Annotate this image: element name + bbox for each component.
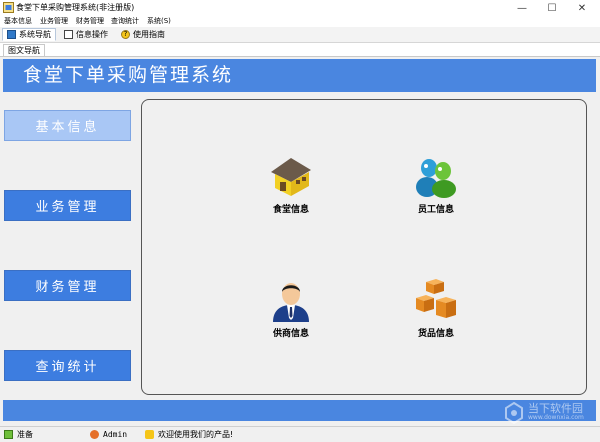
system-title: 食堂下单采购管理系统 — [23, 64, 234, 86]
title-bar: 食堂下单采购管理系统(非注册版) — ☐ ✕ — [0, 0, 600, 16]
nav-business-button[interactable]: 业务管理 — [4, 190, 131, 221]
watermark: 当下软件园 www.downxia.com — [500, 402, 594, 424]
ready-icon — [4, 430, 13, 439]
staff-people-icon — [416, 159, 456, 198]
module-canteen[interactable]: 食堂信息 — [246, 154, 336, 215]
tab-label: 使用指南 — [133, 30, 165, 39]
info-icon — [145, 430, 154, 439]
tab-label: 系统导航 — [19, 30, 51, 39]
menu-finance[interactable]: 财务管理 — [76, 16, 104, 27]
supplier-person-icon — [273, 283, 309, 322]
watermark-logo-icon — [505, 402, 523, 424]
header-banner: 食堂下单采购管理系统 — [3, 59, 596, 92]
status-user: Admin — [90, 429, 127, 440]
nav-query-button[interactable]: 查询统计 — [4, 350, 131, 381]
menu-basic-info[interactable]: 基本信息 — [4, 16, 32, 27]
window-title: 食堂下单采购管理系统(非注册版) — [16, 3, 135, 12]
watermark-url: www.downxia.com — [528, 414, 584, 421]
toolbar: 系统导航 信息操作 ? 使用指南 — [0, 27, 600, 43]
nav-basic-info-button[interactable]: 基本信息 — [4, 110, 131, 141]
status-ready-text: 准备 — [17, 430, 33, 439]
status-message-text: 欢迎使用我们的产品! — [158, 430, 234, 439]
menu-bar: 基本信息 业务管理 财务管理 查询统计 系统(S) — [0, 16, 600, 27]
form-icon — [64, 30, 73, 39]
maximize-button[interactable]: ☐ — [537, 0, 567, 16]
menu-system[interactable]: 系统(S) — [147, 16, 171, 27]
status-bar: 准备 Admin 欢迎使用我们的产品! — [0, 426, 600, 442]
status-user-text: Admin — [103, 430, 128, 439]
module-label: 货品信息 — [417, 329, 454, 339]
help-icon: ? — [121, 30, 130, 39]
user-icon — [90, 430, 99, 439]
status-ready: 准备 — [4, 429, 33, 440]
module-staff[interactable]: 员工信息 — [391, 154, 481, 215]
tab-system-navigation[interactable]: 系统导航 — [2, 28, 56, 41]
module-label: 食堂信息 — [272, 205, 309, 215]
menu-business[interactable]: 业务管理 — [40, 16, 68, 27]
module-label: 供商信息 — [272, 329, 309, 339]
app-icon — [3, 2, 14, 13]
tab-user-guide[interactable]: ? 使用指南 — [121, 28, 165, 41]
navigation-icon — [7, 30, 16, 39]
nav-finance-button[interactable]: 财务管理 — [4, 270, 131, 301]
goods-boxes-icon — [416, 279, 456, 318]
module-panel: 食堂信息 员工信息 供商信息 货品信息 — [141, 99, 587, 395]
module-goods[interactable]: 货品信息 — [391, 278, 481, 339]
tab-info-operation[interactable]: 信息操作 — [64, 28, 108, 41]
tab-label: 信息操作 — [76, 30, 108, 39]
module-supplier[interactable]: 供商信息 — [246, 278, 336, 339]
status-message: 欢迎使用我们的产品! — [145, 429, 233, 440]
canteen-building-icon — [271, 158, 311, 196]
menu-query[interactable]: 查询统计 — [111, 16, 139, 27]
minimize-button[interactable]: — — [507, 0, 537, 16]
close-button[interactable]: ✕ — [567, 0, 597, 16]
module-label: 员工信息 — [417, 205, 454, 215]
